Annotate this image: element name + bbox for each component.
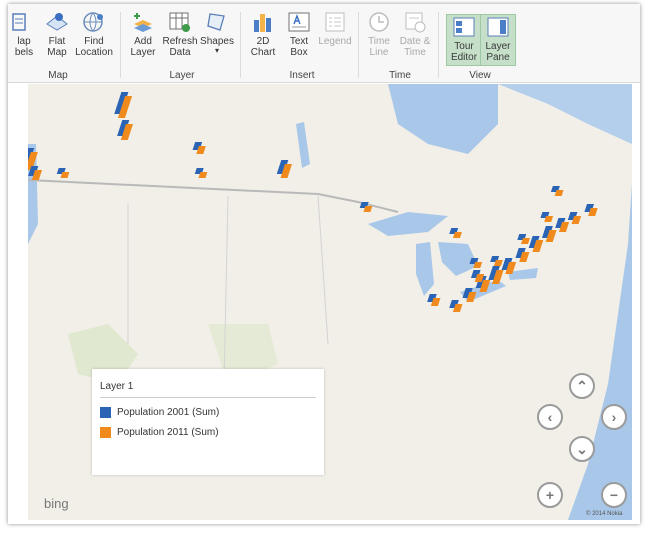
refresh-data-line1: Refresh xyxy=(162,36,198,47)
tour-editor-icon xyxy=(453,17,475,37)
insert-group-label: Insert xyxy=(289,70,315,81)
shapes-icon xyxy=(207,13,225,31)
date-time-line2: Time xyxy=(404,47,426,58)
2d-chart-button[interactable]: 2D Chart xyxy=(248,10,278,58)
map-labels-line2: bels xyxy=(14,47,34,58)
flat-map-icon xyxy=(46,13,68,31)
view-group-label: View xyxy=(469,70,491,81)
chevron-up-icon: ⌃ xyxy=(576,377,588,394)
layer-pane-line1: Layer xyxy=(485,41,511,52)
flat-map-line1: Flat xyxy=(48,36,66,47)
layer-pane-line2: Pane xyxy=(486,52,510,63)
layer-pane-button[interactable]: Layer Pane xyxy=(480,14,516,66)
refresh-data-icon xyxy=(169,12,190,32)
legend-item: Population 2001 (Sum) xyxy=(100,407,219,418)
chevron-down-icon: ⌄ xyxy=(576,440,588,457)
date-time-icon xyxy=(405,12,426,33)
time-line-line2: Line xyxy=(369,47,389,58)
2d-chart-line2: Chart xyxy=(250,47,276,58)
map-labels-line1: lap xyxy=(17,36,31,47)
ribbon-separator xyxy=(358,12,359,78)
flat-map-button[interactable]: Flat Map xyxy=(42,10,72,58)
shapes-button[interactable]: Shapes ▾ xyxy=(200,10,234,55)
map-copyright: © 2014 Nokia xyxy=(586,511,623,517)
pan-right-button[interactable]: › xyxy=(601,404,627,430)
ribbon-separator xyxy=(120,12,121,78)
legend-line1: Legend xyxy=(318,36,352,47)
add-layer-icon xyxy=(134,13,152,32)
time-group-label: Time xyxy=(389,70,411,81)
tour-editor-button[interactable]: Tour Editor xyxy=(446,14,482,66)
pan-up-button[interactable]: ⌃ xyxy=(569,373,595,399)
add-layer-button[interactable]: Add Layer xyxy=(128,10,158,58)
chevron-right-icon: › xyxy=(611,409,617,425)
2d-chart-line1: 2D xyxy=(256,36,270,47)
legend-title: Layer 1 xyxy=(100,381,134,392)
text-box-button[interactable]: Text Box xyxy=(284,10,314,58)
globe-icon xyxy=(83,12,103,32)
bing-logo: bing xyxy=(44,496,69,511)
map-canvas[interactable]: Layer 1 Population 2001 (Sum) Population… xyxy=(28,84,632,520)
tour-editor-line1: Tour xyxy=(454,41,474,52)
map-labels-icon xyxy=(12,13,26,31)
legend-button[interactable]: Legend xyxy=(318,10,352,47)
text-box-icon xyxy=(288,12,310,32)
find-location-line2: Location xyxy=(75,47,113,58)
plus-icon: + xyxy=(545,487,555,503)
find-location-line1: Find xyxy=(84,36,104,47)
minus-icon: − xyxy=(609,487,619,503)
refresh-data-button[interactable]: Refresh Data xyxy=(162,10,198,58)
clock-icon xyxy=(369,12,389,32)
legend-label-2001: Population 2001 (Sum) xyxy=(117,407,220,418)
tour-editor-line2: Editor xyxy=(450,52,478,63)
map-labels-button[interactable]: lap bels xyxy=(12,10,36,58)
date-time-button[interactable]: Date & Time xyxy=(398,10,432,58)
pan-down-button[interactable]: ⌄ xyxy=(569,436,595,462)
text-box-line1: Text xyxy=(289,36,309,47)
text-box-line2: Box xyxy=(290,47,308,58)
map-group-label: Map xyxy=(48,70,68,81)
legend-panel[interactable]: Layer 1 Population 2001 (Sum) Population… xyxy=(92,369,324,475)
legend-swatch-2011 xyxy=(100,427,111,438)
bing-logo-text: bing xyxy=(44,496,69,511)
time-line-button[interactable]: Time Line xyxy=(364,10,394,58)
add-layer-line1: Add xyxy=(134,36,152,47)
legend-item: Population 2011 (Sum) xyxy=(100,427,219,438)
pan-left-button[interactable]: ‹ xyxy=(537,404,563,430)
flat-map-line2: Map xyxy=(47,47,67,58)
ribbon-separator xyxy=(240,12,241,78)
chevron-left-icon: ‹ xyxy=(547,409,553,425)
legend-swatch-2001 xyxy=(100,407,111,418)
date-time-line1: Date & xyxy=(399,36,431,47)
legend-label-2011: Population 2011 (Sum) xyxy=(117,427,219,438)
time-line-line1: Time xyxy=(368,36,390,47)
add-layer-line2: Layer xyxy=(130,47,156,58)
ribbon: lap bels Flat Map Find Location Map Add … xyxy=(8,4,640,83)
legend-icon xyxy=(325,12,345,32)
power-map-window: lap bels Flat Map Find Location Map Add … xyxy=(8,4,640,524)
layer-group-label: Layer xyxy=(169,70,195,81)
find-location-button[interactable]: Find Location xyxy=(74,10,114,58)
legend-divider xyxy=(100,397,316,398)
layer-pane-icon xyxy=(487,17,509,37)
ribbon-separator xyxy=(438,12,439,78)
bar-chart-icon xyxy=(254,14,271,32)
zoom-out-button[interactable]: − xyxy=(601,482,627,508)
zoom-in-button[interactable]: + xyxy=(537,482,563,508)
shapes-dropdown-arrow: ▾ xyxy=(214,46,219,55)
refresh-data-line2: Data xyxy=(169,47,191,58)
